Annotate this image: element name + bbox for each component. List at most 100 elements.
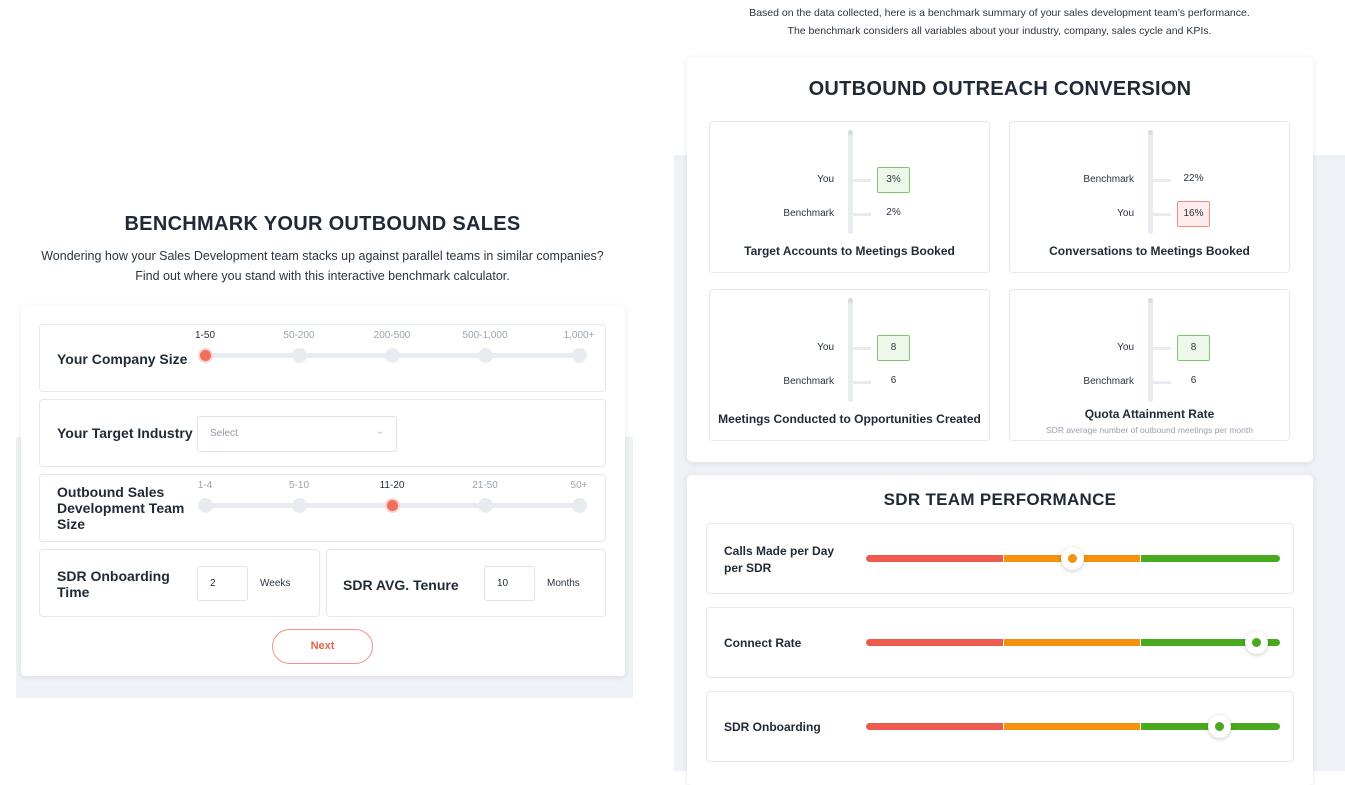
metric-axis-cap xyxy=(1148,130,1153,135)
metric-axis-cap xyxy=(848,298,853,303)
metric-axis-cap xyxy=(848,130,853,135)
performance-row-label: Calls Made per Day per SDR xyxy=(724,544,835,575)
metric-bottom-label: Benchmark xyxy=(1083,376,1134,387)
performance-row: Calls Made per Day per SDR xyxy=(706,523,1294,594)
metric-bottom-label: Benchmark xyxy=(783,376,834,387)
sdr-performance-card: SDR TEAM PERFORMANCE Calls Made per Day … xyxy=(687,475,1313,785)
team-size-tick[interactable]: 50+ xyxy=(571,480,588,491)
slider-handle[interactable] xyxy=(385,498,400,513)
metric-bottom-value: 16% xyxy=(1177,201,1210,227)
slider-stop[interactable] xyxy=(385,348,400,363)
slider-stop[interactable] xyxy=(572,348,587,363)
team-size-slider[interactable]: 1-4 5-10 11-20 21-50 50+ xyxy=(198,475,588,515)
sdr-performance-title: SDR TEAM PERFORMANCE xyxy=(883,490,1117,509)
metric-title: Meetings Conducted to Opportunities Crea… xyxy=(718,412,981,426)
metric-title: Target Accounts to Meetings Booked xyxy=(744,244,955,258)
tenure-field: SDR AVG. Tenure 10 Months xyxy=(326,549,606,617)
metric-connector xyxy=(1153,213,1171,216)
performance-row-label: SDR Onboarding xyxy=(724,720,821,734)
performance-gauge xyxy=(866,631,1280,654)
metric-top-value: 8 xyxy=(1177,335,1210,361)
metric-connector xyxy=(853,381,871,384)
metric-top-value: 8 xyxy=(877,335,910,361)
gauge-indicator xyxy=(1207,715,1231,738)
company-size-tick[interactable]: 1-50 xyxy=(195,330,215,341)
slider-stop[interactable] xyxy=(292,498,307,513)
gauge-segment-mid xyxy=(1004,639,1140,646)
target-industry-field: Your Target Industry Select ⌄ xyxy=(39,399,606,467)
slider-stop[interactable] xyxy=(572,498,587,513)
metric-connector xyxy=(853,213,871,216)
gauge-segment-mid xyxy=(1004,723,1140,730)
company-size-tick[interactable]: 50-200 xyxy=(283,330,314,341)
chevron-down-icon: ⌄ xyxy=(375,426,384,437)
target-industry-label: Your Target Industry xyxy=(57,425,193,441)
metric-bottom-value: 6 xyxy=(1190,375,1197,386)
metric-connector xyxy=(853,347,871,350)
company-size-field: Your Company Size 1-50 50-200 200-500 50… xyxy=(39,324,606,392)
company-size-tick[interactable]: 500-1,000 xyxy=(462,330,507,341)
tenure-input[interactable]: 10 xyxy=(484,566,535,601)
team-size-tick[interactable]: 11-20 xyxy=(380,480,405,491)
benchmark-subtitle: Wondering how your Sales Development tea… xyxy=(20,246,625,286)
team-size-tick[interactable]: 21-50 xyxy=(472,480,498,491)
onboarding-time-input[interactable]: 2 xyxy=(197,566,248,601)
metric-top-label: You xyxy=(817,174,834,185)
metric-bottom-value: 2% xyxy=(886,207,901,218)
metric-bottom-value: 6 xyxy=(890,375,897,386)
metric-card: Benchmark 22% You 16% Conversations to M… xyxy=(1009,121,1290,273)
gauge-segment-low xyxy=(866,639,1003,646)
company-size-label: Your Company Size xyxy=(57,351,188,367)
team-size-field: Outbound Sales Development Team Size 1-4… xyxy=(39,474,606,542)
metric-axis xyxy=(1148,130,1153,234)
slider-stop[interactable] xyxy=(478,348,493,363)
select-placeholder: Select xyxy=(210,428,238,439)
benchmark-subtitle-line1: Wondering how your Sales Development tea… xyxy=(41,249,604,263)
results-intro: Based on the data collected, here is a b… xyxy=(686,4,1313,40)
metric-top-value: 3% xyxy=(877,167,910,193)
onboarding-time-field: SDR Onboarding Time 2 Weeks xyxy=(39,549,320,617)
slider-stop[interactable] xyxy=(478,498,493,513)
metric-connector xyxy=(1153,179,1171,182)
metric-axis xyxy=(1148,298,1153,402)
metric-bottom-label: You xyxy=(1117,208,1134,219)
team-size-label: Outbound Sales Development Team Size xyxy=(57,484,185,532)
company-size-tick[interactable]: 1,000+ xyxy=(564,330,595,341)
slider-handle[interactable] xyxy=(198,348,213,363)
results-intro-line1: Based on the data collected, here is a b… xyxy=(749,7,1250,19)
target-industry-select[interactable]: Select ⌄ xyxy=(197,416,397,452)
onboarding-time-unit: Weeks xyxy=(260,578,291,589)
gauge-indicator-dot xyxy=(1252,638,1262,647)
benchmark-subtitle-line2: Find out where you stand with this inter… xyxy=(135,269,510,283)
team-size-tick[interactable]: 1-4 xyxy=(198,480,212,491)
metric-connector xyxy=(1153,347,1171,350)
gauge-indicator-dot xyxy=(1068,554,1078,563)
gauge-indicator xyxy=(1061,547,1085,570)
gauge-indicator-dot xyxy=(1214,722,1224,731)
slider-stop[interactable] xyxy=(292,348,307,363)
metric-top-label: You xyxy=(1117,342,1134,353)
metric-title: Conversations to Meetings Booked xyxy=(1049,244,1250,258)
slider-stop[interactable] xyxy=(198,498,213,513)
tenure-label: SDR AVG. Tenure xyxy=(343,577,459,593)
tenure-unit: Months xyxy=(547,578,580,589)
next-button[interactable]: Next xyxy=(272,629,373,664)
team-size-tick[interactable]: 5-10 xyxy=(289,480,309,491)
performance-row: Connect Rate xyxy=(706,607,1294,678)
company-size-slider[interactable]: 1-50 50-200 200-500 500-1,000 1,000+ xyxy=(195,325,594,365)
metric-axis-cap xyxy=(1148,298,1153,303)
metric-card: You 8 Benchmark 6 Meetings Conducted to … xyxy=(709,289,990,441)
metric-top-label: Benchmark xyxy=(1083,174,1134,185)
performance-row-label: Connect Rate xyxy=(724,636,802,650)
metric-connector xyxy=(853,179,871,182)
gauge-segment-high xyxy=(1141,555,1280,562)
company-size-tick[interactable]: 200-500 xyxy=(374,330,411,341)
performance-row: SDR Onboarding xyxy=(706,691,1294,762)
metric-subtitle: SDR average number of outbound meetings … xyxy=(1046,425,1253,435)
metric-axis xyxy=(848,298,853,402)
benchmark-title: BENCHMARK YOUR OUTBOUND SALES xyxy=(124,213,521,235)
benchmark-form-card: Your Company Size 1-50 50-200 200-500 50… xyxy=(21,306,625,676)
metric-top-value: 22% xyxy=(1183,173,1204,184)
performance-gauge xyxy=(866,715,1280,738)
results-intro-line2: The benchmark considers all variables ab… xyxy=(787,25,1212,37)
